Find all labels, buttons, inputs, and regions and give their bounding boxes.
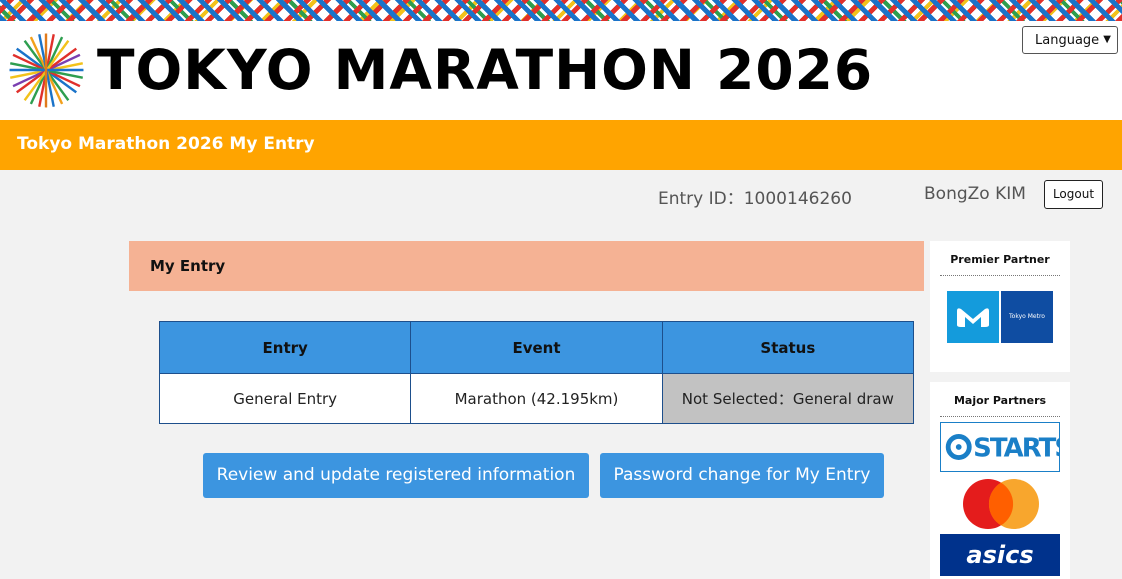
user-name-text: BongZo KIM	[924, 184, 1026, 204]
event-cell: Marathon (42.195km)	[410, 373, 663, 424]
divider	[940, 416, 1060, 417]
tokyo-metro-m-icon	[947, 291, 999, 343]
divider	[940, 275, 1060, 276]
major-partners-title: Major Partners	[953, 394, 1047, 407]
starts-logo[interactable]: STARTS	[940, 422, 1073, 472]
starts-wordmark: STARTS	[973, 434, 1059, 464]
entry-table: Entry Event Status General Entry Maratho…	[158, 321, 915, 424]
logout-button[interactable]: Logout	[1044, 180, 1103, 209]
language-select[interactable]: Language ▼	[1022, 26, 1118, 54]
password-change-button[interactable]: Password change for My Entry	[600, 453, 884, 498]
table-row: General Entry Marathon (42.195km) Not Se…	[158, 373, 915, 424]
my-entry-section-header: My Entry	[129, 241, 924, 291]
entry-id-text: Entry ID：1000146260	[658, 189, 852, 209]
status-cell: Not Selected：General draw	[661, 373, 915, 424]
tokyo-metro-wordmark: Tokyo Metro	[1001, 291, 1053, 343]
column-header-entry: Entry	[158, 321, 412, 374]
tokyo-marathon-logo-icon	[9, 33, 84, 108]
column-header-event: Event	[410, 321, 663, 374]
section-title: My Entry	[150, 257, 226, 275]
table-header-row: Entry Event Status	[158, 321, 915, 374]
premier-partner-panel: Premier Partner Tokyo Metro	[930, 241, 1070, 372]
site-header: TOKYO MARATHON 2026 Language ▼	[0, 21, 1122, 120]
decorative-top-band	[0, 0, 1122, 21]
chevron-down-icon: ▼	[1103, 34, 1111, 45]
column-header-status: Status	[661, 321, 915, 374]
mastercard-logo[interactable]	[960, 478, 1042, 530]
review-update-info-button[interactable]: Review and update registered information	[203, 453, 589, 498]
language-select-label: Language	[1035, 32, 1100, 48]
tokyo-metro-logo[interactable]: Tokyo Metro	[947, 291, 1053, 343]
premier-partner-title: Premier Partner	[950, 253, 1050, 266]
major-partners-panel: Major Partners STARTS asics	[930, 382, 1073, 579]
page-banner-title: Tokyo Marathon 2026 My Entry	[17, 134, 315, 154]
asics-logo[interactable]: asics	[940, 534, 1060, 576]
entry-cell: General Entry	[158, 373, 412, 424]
page-banner: Tokyo Marathon 2026 My Entry	[0, 120, 1122, 170]
site-title: TOKYO MARATHON 2026	[97, 38, 874, 102]
